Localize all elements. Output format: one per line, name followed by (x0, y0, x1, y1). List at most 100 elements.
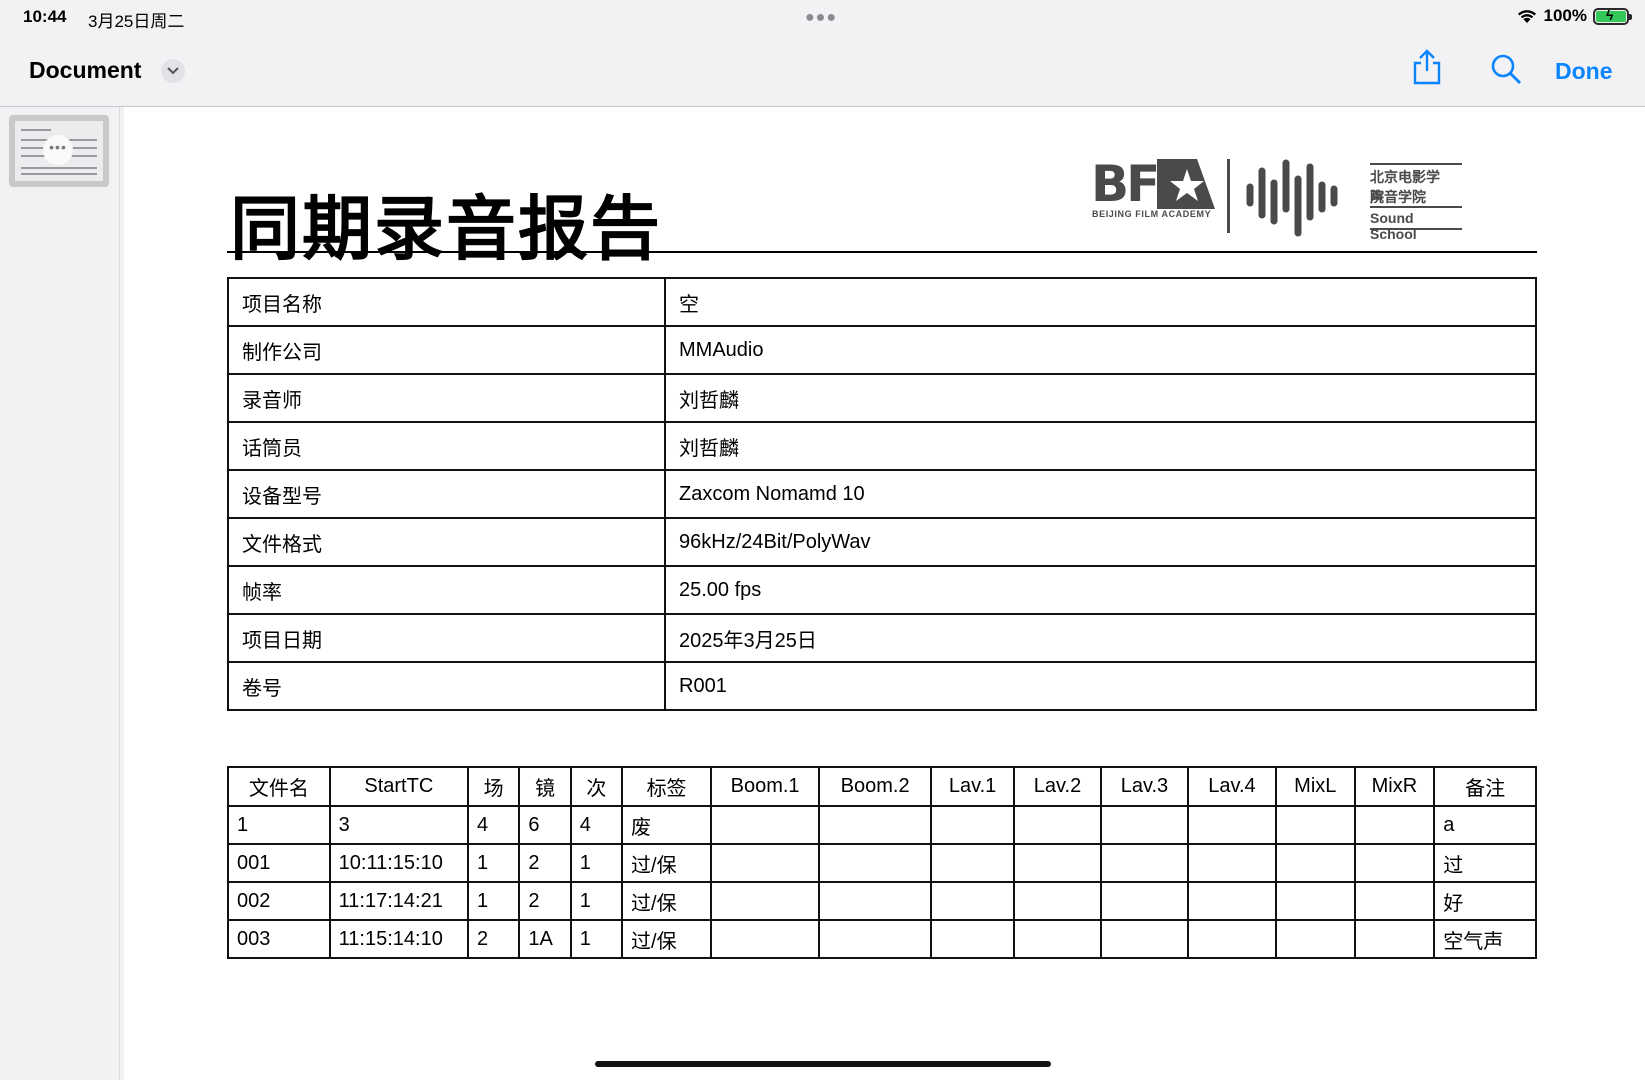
info-row: 设备型号 Zaxcom Nomamd 10 (227, 469, 1537, 519)
takes-header-cell: MixL (1274, 766, 1356, 807)
page-thumbnail[interactable]: ••• (9, 115, 109, 187)
table-cell (1099, 805, 1189, 845)
takes-header-cell: Lav.2 (1012, 766, 1102, 807)
table-row: 003 11:15:14:10 2 1A 1 过/保 空气声 (227, 919, 1537, 959)
table-row: 002 11:17:14:21 1 2 1 过/保好 (227, 881, 1537, 921)
status-bar: 10:44 3月25日周二 ●●● 100% ϟ (0, 0, 1645, 36)
table-cell: 11:15:14:10 (328, 919, 470, 959)
table-cell (1099, 843, 1189, 883)
table-cell: 2 (466, 919, 521, 959)
info-key: 设备型号 (227, 469, 666, 519)
info-row: 卷号 R001 (227, 661, 1537, 711)
academy-logo: BF BEIJING FILM ACADEMY 北京电影学院 声音学院 Soun… (1091, 155, 1462, 242)
wifi-icon (1517, 10, 1536, 23)
info-value: MMAudio (664, 325, 1537, 375)
info-row: 文件格式 96kHz/24Bit/PolyWav (227, 517, 1537, 567)
table-cell: 2 (518, 881, 572, 921)
battery-icon: ϟ (1593, 7, 1632, 25)
takes-header-cell: Boom.1 (710, 766, 821, 807)
info-key: 帧率 (227, 565, 666, 615)
takes-header-cell: Lav.1 (930, 766, 1015, 807)
table-cell (1099, 881, 1189, 921)
table-cell: 4 (466, 805, 521, 845)
table-cell (1012, 919, 1102, 959)
table-cell: 1 (569, 843, 624, 883)
multitasking-dots-icon[interactable]: ●●● (805, 9, 837, 27)
info-row: 制作公司 MMAudio (227, 325, 1537, 375)
logo-line-3: Sound School (1370, 210, 1417, 242)
table-row: 13464废a (227, 805, 1537, 845)
table-cell: 1 (466, 843, 521, 883)
table-cell (1353, 881, 1436, 921)
table-cell: 001 (227, 843, 331, 883)
info-key: 项目名称 (227, 277, 666, 327)
takes-header-cell: Lav.3 (1099, 766, 1189, 807)
thumbnail-more-icon[interactable]: ••• (43, 135, 73, 165)
info-key: 制作公司 (227, 325, 666, 375)
takes-header-cell: 次 (569, 766, 624, 807)
table-cell (818, 843, 933, 883)
title-rule (227, 251, 1537, 253)
takes-header-cell: StartTC (328, 766, 470, 807)
status-right: 100% ϟ (1516, 6, 1632, 26)
info-key: 话筒员 (227, 421, 666, 471)
table-cell (1012, 843, 1102, 883)
table-cell (930, 843, 1015, 883)
sound-wave-icon (1246, 159, 1338, 237)
status-time: 10:44 (23, 7, 67, 26)
table-cell (1353, 805, 1436, 845)
info-value: 2025年3月25日 (664, 613, 1537, 663)
done-button[interactable]: Done (1555, 58, 1613, 85)
takes-header-cell: Lav.4 (1186, 766, 1277, 807)
thumbnail-sidebar: ••• (0, 107, 120, 1080)
table-cell (1274, 843, 1356, 883)
table-cell: 废 (621, 805, 713, 845)
info-key: 文件格式 (227, 517, 666, 567)
info-value: 刘哲麟 (664, 421, 1537, 471)
table-cell: 过/保 (621, 919, 713, 959)
table-cell: 4 (569, 805, 624, 845)
logo-star-icon (1157, 159, 1215, 209)
logo-bf: BF (1091, 155, 1160, 213)
info-row: 帧率 25.00 fps (227, 565, 1537, 615)
table-cell: 002 (227, 881, 331, 921)
table-cell (818, 919, 933, 959)
home-indicator[interactable] (595, 1061, 1051, 1067)
info-row: 录音师 刘哲麟 (227, 373, 1537, 423)
table-cell (818, 805, 933, 845)
takes-header-cell: 镜 (518, 766, 572, 807)
table-cell: 10:11:15:10 (328, 843, 470, 883)
table-cell: 好 (1433, 881, 1537, 921)
takes-header-cell: 标签 (621, 766, 713, 807)
takes-header-cell: 备注 (1433, 766, 1537, 807)
table-cell (1274, 805, 1356, 845)
info-value: 空 (664, 277, 1537, 327)
document-title[interactable]: Document (29, 57, 141, 84)
table-row: 001 10:11:15:10 1 2 1 过/保过 (227, 843, 1537, 883)
title-menu-chevron-icon[interactable] (161, 59, 185, 83)
table-cell: 空气声 (1433, 919, 1537, 959)
takes-header-cell: MixR (1353, 766, 1436, 807)
table-cell (1353, 843, 1436, 883)
document-page[interactable]: 同期录音报告 BF BEIJING FILM ACADEMY 北京电影学院 声音… (124, 107, 1645, 1080)
project-info-table: 项目名称空制作公司 MMAudio 录音师 刘哲麟 话筒员 刘哲麟 设备型号 Zaxcom N… (227, 277, 1537, 711)
table-cell (1274, 919, 1356, 959)
table-cell (710, 919, 821, 959)
table-cell: 1 (466, 881, 521, 921)
table-cell: a (1433, 805, 1537, 845)
table-cell: 2 (518, 843, 572, 883)
search-icon[interactable] (1490, 53, 1522, 90)
takes-table: 文件名 StartTC 场镜次标签 Boom.1 Boom.2 Lav.1 Lav.2 Lav… (227, 766, 1537, 959)
info-value: Zaxcom Nomamd 10 (664, 469, 1537, 519)
info-key: 录音师 (227, 373, 666, 423)
info-row: 话筒员 刘哲麟 (227, 421, 1537, 471)
table-cell (710, 881, 821, 921)
table-cell (1099, 919, 1189, 959)
logo-line-2: 声音学院 (1370, 189, 1426, 205)
table-cell (930, 805, 1015, 845)
table-cell: 3 (328, 805, 470, 845)
table-cell (1186, 919, 1277, 959)
share-icon[interactable] (1412, 49, 1442, 90)
report-title: 同期录音报告 (230, 188, 662, 270)
info-row: 项目日期 2025年3月25日 (227, 613, 1537, 663)
